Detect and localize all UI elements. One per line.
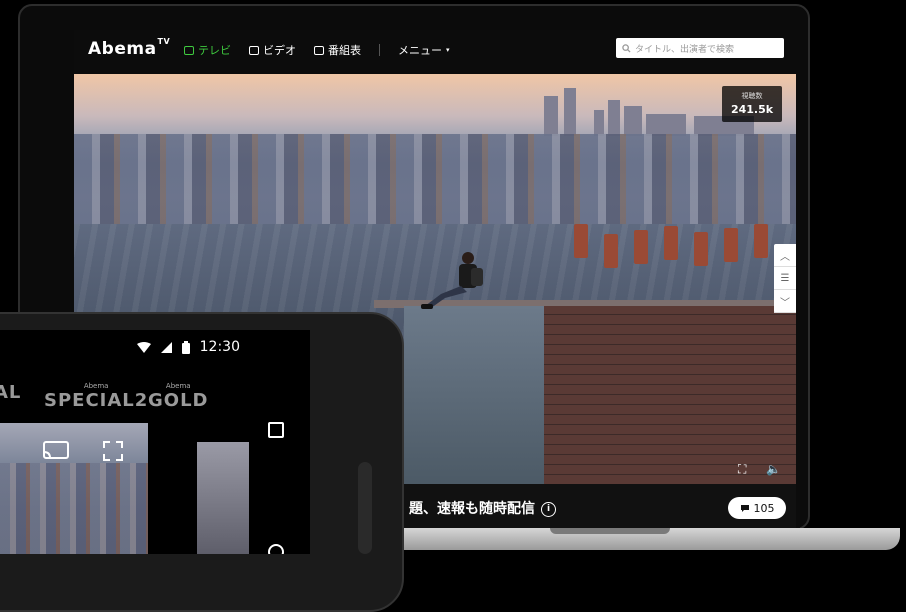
- program-title: 題、速報も随時配信 i: [409, 498, 556, 518]
- chevron-down-icon: ▾: [446, 46, 450, 54]
- next-video-thumbnail[interactable]: [197, 442, 249, 554]
- battery-icon: [181, 340, 190, 354]
- comment-button[interactable]: 105: [728, 497, 786, 519]
- film-icon: [249, 45, 259, 55]
- list-icon[interactable]: ☰: [774, 267, 796, 290]
- calendar-icon: [314, 45, 324, 55]
- person-figure: [421, 252, 483, 309]
- status-bar: 12:30: [0, 330, 310, 364]
- laptop-base: [330, 528, 900, 550]
- channel-item[interactable]: Abema SPECIAL2: [44, 382, 148, 411]
- channel-item[interactable]: AL: [0, 382, 21, 403]
- viewer-count-badge: 視聴数 241.5k: [722, 86, 782, 122]
- phone-side-button: [358, 462, 372, 554]
- fullscreen-icon[interactable]: [102, 440, 124, 462]
- tv-icon: [184, 45, 194, 55]
- signal-icon: [160, 341, 172, 353]
- video-sky: [74, 74, 796, 134]
- main-nav: テレビ ビデオ 番組表 メニュー ▾: [184, 42, 450, 58]
- info-icon[interactable]: i: [541, 501, 556, 517]
- app-header: AbemaTV テレビ ビデオ 番組表 メニュー ▾ タイトル、出演者で検索: [74, 30, 800, 74]
- cast-icon[interactable]: [42, 440, 70, 462]
- chevron-down-icon[interactable]: ﹀: [774, 290, 796, 313]
- nav-tv[interactable]: テレビ: [184, 42, 231, 58]
- fullscreen-icon[interactable]: ⛶: [738, 462, 746, 477]
- channel-item[interactable]: Abema GOLD: [148, 382, 209, 411]
- side-panel-tabs: ︿ ☰ ﹀: [774, 244, 796, 313]
- recent-apps-button[interactable]: [268, 422, 284, 438]
- nav-video[interactable]: ビデオ: [249, 42, 296, 58]
- wifi-icon: [136, 341, 151, 353]
- search-input[interactable]: タイトル、出演者で検索: [616, 38, 784, 58]
- nav-divider: [379, 44, 380, 56]
- phone-video-player[interactable]: [0, 423, 148, 554]
- channel-list: AL Abema SPECIAL2 Abema GOLD: [0, 382, 310, 414]
- nav-schedule[interactable]: 番組表: [314, 42, 361, 58]
- menu-dropdown[interactable]: メニュー ▾: [398, 42, 450, 58]
- abema-logo[interactable]: AbemaTV: [88, 37, 170, 59]
- home-button[interactable]: [268, 544, 284, 554]
- comment-icon: [740, 504, 749, 512]
- search-icon: [622, 43, 631, 53]
- stone-wall: [404, 306, 544, 484]
- chevron-up-icon[interactable]: ︿: [774, 244, 796, 267]
- phone-screen: 12:30 AL Abema SPECIAL2 Abema GOLD: [0, 330, 310, 554]
- volume-icon[interactable]: 🔈: [766, 462, 781, 476]
